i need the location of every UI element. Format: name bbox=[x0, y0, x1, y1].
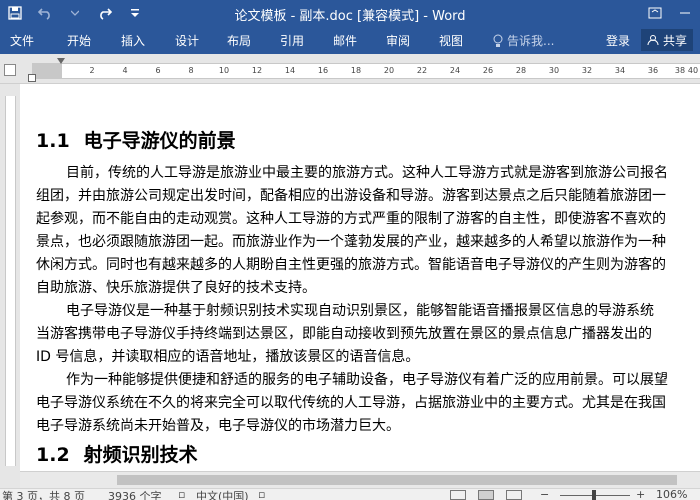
status-bar: 第 3 页，共 8 页 3936 个字 ▫ 中文(中国) ▫ − + 106% bbox=[0, 488, 700, 500]
macro-recording-icon[interactable]: ▫ bbox=[258, 488, 265, 500]
tell-me-text: 告诉我... bbox=[507, 34, 555, 48]
horizontal-scrollbar[interactable] bbox=[20, 471, 700, 488]
tab-file[interactable]: 文件 bbox=[10, 32, 34, 49]
lightbulb-icon bbox=[493, 34, 503, 47]
zoom-out-button[interactable]: − bbox=[540, 488, 549, 500]
tell-me-box[interactable]: 告诉我... bbox=[493, 32, 554, 49]
ruler-tick: 26 bbox=[482, 66, 494, 75]
heading-number: 1.1 bbox=[36, 130, 70, 152]
share-button[interactable]: 共享 bbox=[641, 29, 694, 51]
ruler-area: 2 4 6 8 10 12 14 16 18 20 22 24 26 28 30… bbox=[0, 54, 700, 84]
heading-1-1[interactable]: 1.1 电子导游仪的前景 bbox=[36, 126, 236, 153]
ruler-tick: 34 bbox=[614, 66, 626, 75]
ruler-tick: 32 bbox=[581, 66, 593, 75]
tab-review[interactable]: 审阅 bbox=[386, 32, 410, 49]
tab-stop-selector[interactable] bbox=[4, 64, 16, 76]
minimize-icon bbox=[680, 12, 690, 14]
ruler-tick: 14 bbox=[284, 66, 296, 75]
heading-text: 电子导游仪的前景 bbox=[83, 130, 236, 152]
horizontal-ruler[interactable]: 2 4 6 8 10 12 14 16 18 20 22 24 26 28 30… bbox=[32, 63, 700, 79]
ribbon-display-icon bbox=[648, 7, 662, 19]
person-icon bbox=[647, 35, 659, 46]
share-label: 共享 bbox=[663, 33, 688, 48]
page-count[interactable]: 第 3 页，共 8 页 bbox=[2, 488, 85, 500]
print-layout-button[interactable] bbox=[478, 490, 494, 500]
ruler-tick: 24 bbox=[449, 66, 461, 75]
ruler-tick: 30 bbox=[548, 66, 560, 75]
first-line-indent-marker[interactable] bbox=[57, 58, 65, 64]
paragraph-line[interactable]: 自助旅游、快乐旅游提供了良好的技术支持。 bbox=[36, 277, 316, 297]
tab-view[interactable]: 视图 bbox=[439, 32, 463, 49]
ruler-tick: 10 bbox=[218, 66, 230, 75]
paragraph-line[interactable]: 电子导游仪是一种基于射频识别技术实现自动识别景区，能够智能语音播报景区信息的导游… bbox=[66, 300, 654, 320]
ribbon-tab-bar: 文件 开始 插入 设计 布局 引用 邮件 审阅 视图 告诉我... 登录 共享 bbox=[0, 26, 700, 54]
paragraph-line[interactable]: 组团，并由旅游公司规定出发时间，配备相应的出游设备和导游。游客到达景点之后只能随… bbox=[36, 185, 666, 205]
paragraph-line[interactable]: 电子导游系统尚未开始普及，电子导游仪的市场潜力巨大。 bbox=[36, 415, 400, 435]
ribbon-display-button[interactable] bbox=[640, 0, 670, 26]
tab-home[interactable]: 开始 bbox=[67, 32, 91, 49]
ruler-tick: 16 bbox=[317, 66, 329, 75]
web-layout-button[interactable] bbox=[506, 490, 522, 500]
tab-design[interactable]: 设计 bbox=[175, 32, 199, 49]
language-indicator[interactable]: 中文(中国) bbox=[196, 488, 249, 500]
ruler-tick: 36 bbox=[647, 66, 659, 75]
minimize-button[interactable] bbox=[670, 0, 700, 26]
vertical-ruler[interactable] bbox=[5, 96, 16, 466]
ruler-tick: 12 bbox=[251, 66, 263, 75]
ruler-tick: 8 bbox=[188, 66, 194, 75]
ruler-tick: 4 bbox=[122, 66, 128, 75]
ruler-tick: 6 bbox=[155, 66, 161, 75]
paragraph-line[interactable]: 目前，传统的人工导游是旅游业中最主要的旅游方式。这种人工导游方式就是游客到旅游公… bbox=[66, 162, 668, 182]
sign-in-link[interactable]: 登录 bbox=[606, 32, 630, 49]
proofing-status-icon[interactable]: ▫ bbox=[178, 488, 185, 500]
ruler-tick: 22 bbox=[416, 66, 428, 75]
read-mode-button[interactable] bbox=[450, 490, 466, 500]
paragraph-line[interactable]: 当游客携带电子导游仪手持终端到达景区，即能自动接收到预先放置在景区的景点信息广播… bbox=[36, 323, 652, 343]
left-gutter bbox=[0, 84, 20, 471]
zoom-in-button[interactable]: + bbox=[636, 488, 645, 500]
window-title: 论文模板 - 副本.doc [兼容模式] - Word bbox=[234, 9, 466, 24]
zoom-level[interactable]: 106% bbox=[656, 488, 687, 500]
ruler-tick: 38 bbox=[674, 66, 686, 75]
window-controls bbox=[640, 0, 700, 26]
title-bar: 论文模板 - 副本.doc [兼容模式] - Word bbox=[0, 0, 700, 26]
paragraph-line[interactable]: 休闲方式。同时也有越来越多的人期盼自主性更强的旅游方式。智能语音电子导游仪的产生… bbox=[36, 254, 666, 274]
document-page[interactable]: 1.1 电子导游仪的前景 目前，传统的人工导游是旅游业中最主要的旅游方式。这种人工… bbox=[20, 84, 700, 471]
ruler-tick: 20 bbox=[383, 66, 395, 75]
tab-insert[interactable]: 插入 bbox=[121, 32, 145, 49]
paragraph-line[interactable]: 景点，也必须跟随旅游团一起。而旅游业作为一个蓬勃发展的产业，越来越多的人希望以旅… bbox=[36, 231, 666, 251]
ruler-tick: 28 bbox=[515, 66, 527, 75]
ruler-tick: 40 bbox=[687, 66, 699, 75]
ruler-left-margin bbox=[32, 64, 62, 78]
ruler-tick: 2 bbox=[89, 66, 95, 75]
ruler-tick: 18 bbox=[350, 66, 362, 75]
tab-mailings[interactable]: 邮件 bbox=[333, 32, 357, 49]
paragraph-line[interactable]: 起参观，而不能自由的走动观赏。这种人工导游的方式严重的限制了游客的自主性，即使游… bbox=[36, 208, 666, 228]
word-count[interactable]: 3936 个字 bbox=[108, 488, 162, 500]
zoom-slider-thumb[interactable] bbox=[592, 490, 596, 500]
tab-references[interactable]: 引用 bbox=[280, 32, 304, 49]
left-indent-marker[interactable] bbox=[28, 74, 36, 82]
paragraph-line[interactable]: 作为一种能够提供便捷和舒适的服务的电子辅助设备，电子导游仪有着广泛的应用前景。可… bbox=[66, 369, 668, 389]
heading-number: 1.2 bbox=[36, 444, 70, 466]
heading-1-2[interactable]: 1.2 射频识别技术 bbox=[36, 440, 198, 467]
heading-text: 射频识别技术 bbox=[83, 444, 198, 466]
paragraph-line[interactable]: 电子导游仪系统在不久的将来完全可以取代传统的人工导游，占据旅游业中的主要方式。尤… bbox=[36, 392, 666, 412]
tab-layout[interactable]: 布局 bbox=[227, 32, 251, 49]
scrollbar-thumb[interactable] bbox=[117, 475, 677, 485]
paragraph-line[interactable]: ID 号信息，并读取相应的语音地址，播放该景区的语音信息。 bbox=[36, 346, 419, 366]
